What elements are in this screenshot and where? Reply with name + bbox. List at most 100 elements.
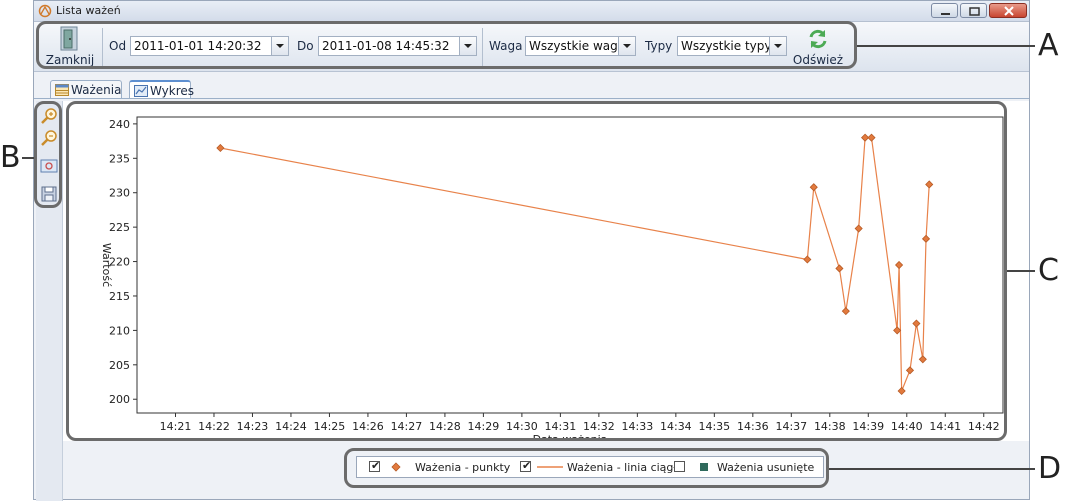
tab-chart-label: Wykres bbox=[150, 84, 195, 98]
y-tick-label: 200 bbox=[109, 393, 130, 406]
y-tick-label: 215 bbox=[109, 290, 130, 303]
line-series-checkbox[interactable]: ✔ bbox=[520, 459, 532, 472]
chart-tools-sidebar bbox=[36, 101, 63, 501]
scale-select[interactable]: Wszystkie wagi bbox=[525, 36, 636, 56]
zoom-out-icon[interactable] bbox=[39, 128, 59, 148]
from-label: Od bbox=[109, 39, 127, 53]
tab-chart[interactable]: Wykres bbox=[129, 80, 195, 99]
tab-strip-border bbox=[34, 98, 1029, 99]
x-tick-label: 14:37 bbox=[775, 420, 807, 433]
x-tick-label: 14:24 bbox=[275, 420, 307, 433]
square-marker-icon bbox=[700, 463, 708, 471]
scale-label: Waga bbox=[489, 39, 523, 53]
maximize-button[interactable] bbox=[960, 3, 987, 18]
types-select[interactable]: Wszystkie typy bbox=[677, 36, 787, 56]
x-tick-label: 14:40 bbox=[891, 420, 923, 433]
callout-label-c: C bbox=[1038, 253, 1059, 288]
diamond-marker-icon bbox=[391, 462, 401, 472]
refresh-button-label: Odśwież bbox=[792, 53, 844, 67]
x-tick-label: 14:26 bbox=[352, 420, 384, 433]
tab-weighings-label: Ważenia bbox=[71, 83, 122, 97]
chevron-down-icon[interactable] bbox=[769, 37, 786, 55]
callout-label-d: D bbox=[1038, 451, 1062, 486]
y-axis-title: Wartość bbox=[100, 243, 113, 287]
toolbar-separator bbox=[482, 28, 483, 66]
x-tick-label: 14:23 bbox=[237, 420, 269, 433]
callout-line-a bbox=[857, 45, 1035, 47]
x-tick-label: 14:34 bbox=[660, 420, 692, 433]
deleted-series-checkbox[interactable] bbox=[674, 461, 685, 472]
points-series-label: Ważenia - punkty bbox=[415, 461, 511, 474]
points-series-checkbox[interactable]: ✔ bbox=[369, 459, 381, 472]
to-date-picker[interactable]: 2011-01-08 14:45:32 bbox=[318, 36, 477, 56]
x-tick-label: 14:25 bbox=[314, 420, 346, 433]
title-bar: Lista ważeń bbox=[34, 1, 1029, 22]
callout-label-b: B bbox=[0, 140, 21, 175]
x-tick-label: 14:30 bbox=[506, 420, 538, 433]
table-icon bbox=[55, 84, 69, 96]
x-tick-label: 14:22 bbox=[198, 420, 230, 433]
x-tick-label: 14:32 bbox=[583, 420, 615, 433]
to-label: Do bbox=[297, 39, 314, 53]
refresh-icon bbox=[809, 29, 827, 49]
line-series-label: Ważenia - linia ciągła bbox=[567, 461, 684, 474]
from-date-picker[interactable]: 2011-01-01 14:20:32 bbox=[130, 36, 289, 56]
y-tick-label: 210 bbox=[109, 324, 130, 337]
toolbar-separator bbox=[102, 28, 103, 66]
x-tick-label: 14:31 bbox=[545, 420, 577, 433]
line-marker-icon bbox=[537, 466, 563, 468]
chevron-down-icon[interactable] bbox=[618, 37, 635, 55]
x-tick-label: 14:39 bbox=[852, 420, 884, 433]
toolbar: Zamknij Od 2011-01-01 14:20:32 Do 2011-0… bbox=[34, 22, 1029, 72]
x-axis-title: Data ważenia bbox=[533, 433, 608, 441]
x-tick-label: 14:35 bbox=[698, 420, 730, 433]
close-icon bbox=[1004, 6, 1014, 16]
tab-weighings[interactable]: Ważenia bbox=[50, 80, 122, 99]
x-tick-label: 14:41 bbox=[929, 420, 961, 433]
close-window-button[interactable] bbox=[989, 3, 1027, 18]
to-date-value: 2011-01-08 14:45:32 bbox=[322, 39, 450, 53]
callout-line-c bbox=[1007, 270, 1035, 272]
y-tick-label: 225 bbox=[109, 221, 130, 234]
callout-line-b bbox=[22, 157, 34, 159]
y-tick-label: 235 bbox=[109, 152, 130, 165]
refresh-button[interactable]: Odśwież bbox=[789, 24, 847, 68]
plot-frame bbox=[136, 116, 1004, 414]
chevron-down-icon[interactable] bbox=[271, 37, 288, 55]
callout-line-d bbox=[829, 468, 1035, 470]
x-tick-label: 14:27 bbox=[391, 420, 423, 433]
y-tick-label: 240 bbox=[109, 118, 130, 131]
checkmark-icon: ✔ bbox=[371, 459, 381, 472]
x-tick-label: 14:36 bbox=[737, 420, 769, 433]
y-tick-label: 205 bbox=[109, 359, 130, 372]
y-tick-label: 230 bbox=[109, 187, 130, 200]
x-tick-label: 14:38 bbox=[814, 420, 846, 433]
chart-legend: ✔ Ważenia - punkty ✔ Ważenia - linia cią… bbox=[356, 456, 824, 478]
save-icon[interactable] bbox=[39, 184, 59, 204]
checkmark-icon: ✔ bbox=[522, 459, 532, 472]
close-button[interactable]: Zamknij bbox=[40, 24, 100, 68]
types-label: Typy bbox=[645, 39, 673, 53]
chart-icon bbox=[134, 85, 148, 97]
close-button-label: Zamknij bbox=[45, 53, 95, 67]
door-exit-icon bbox=[60, 26, 78, 51]
x-tick-label: 14:21 bbox=[160, 420, 192, 433]
chevron-down-icon[interactable] bbox=[459, 37, 476, 55]
minimize-button[interactable] bbox=[931, 3, 958, 18]
maximize-icon bbox=[969, 7, 980, 16]
app-logo-icon bbox=[38, 4, 52, 18]
fit-view-icon[interactable] bbox=[39, 156, 59, 176]
deleted-series-label: Ważenia usunięte bbox=[717, 461, 815, 474]
from-date-value: 2011-01-01 14:20:32 bbox=[134, 39, 262, 53]
x-tick-label: 14:33 bbox=[622, 420, 654, 433]
app-window: Lista ważeń Zamknij Od 2011-01-01 14:20:… bbox=[33, 0, 1030, 501]
x-tick-label: 14:29 bbox=[468, 420, 500, 433]
chart-panel: 200 205 210 215 220 225 230 235 240 14:21 14:22 14:… bbox=[63, 101, 1029, 446]
scale-select-value: Wszystkie wagi bbox=[529, 39, 622, 53]
window-title: Lista ważeń bbox=[56, 4, 121, 17]
weighings-chart[interactable]: 20020521021522022523023524014:21 14:22 14:… bbox=[63, 101, 1029, 446]
minimize-icon bbox=[941, 13, 950, 15]
zoom-in-icon[interactable] bbox=[39, 106, 59, 126]
types-select-value: Wszystkie typy bbox=[681, 39, 772, 53]
x-tick-label: 14:28 bbox=[429, 420, 461, 433]
